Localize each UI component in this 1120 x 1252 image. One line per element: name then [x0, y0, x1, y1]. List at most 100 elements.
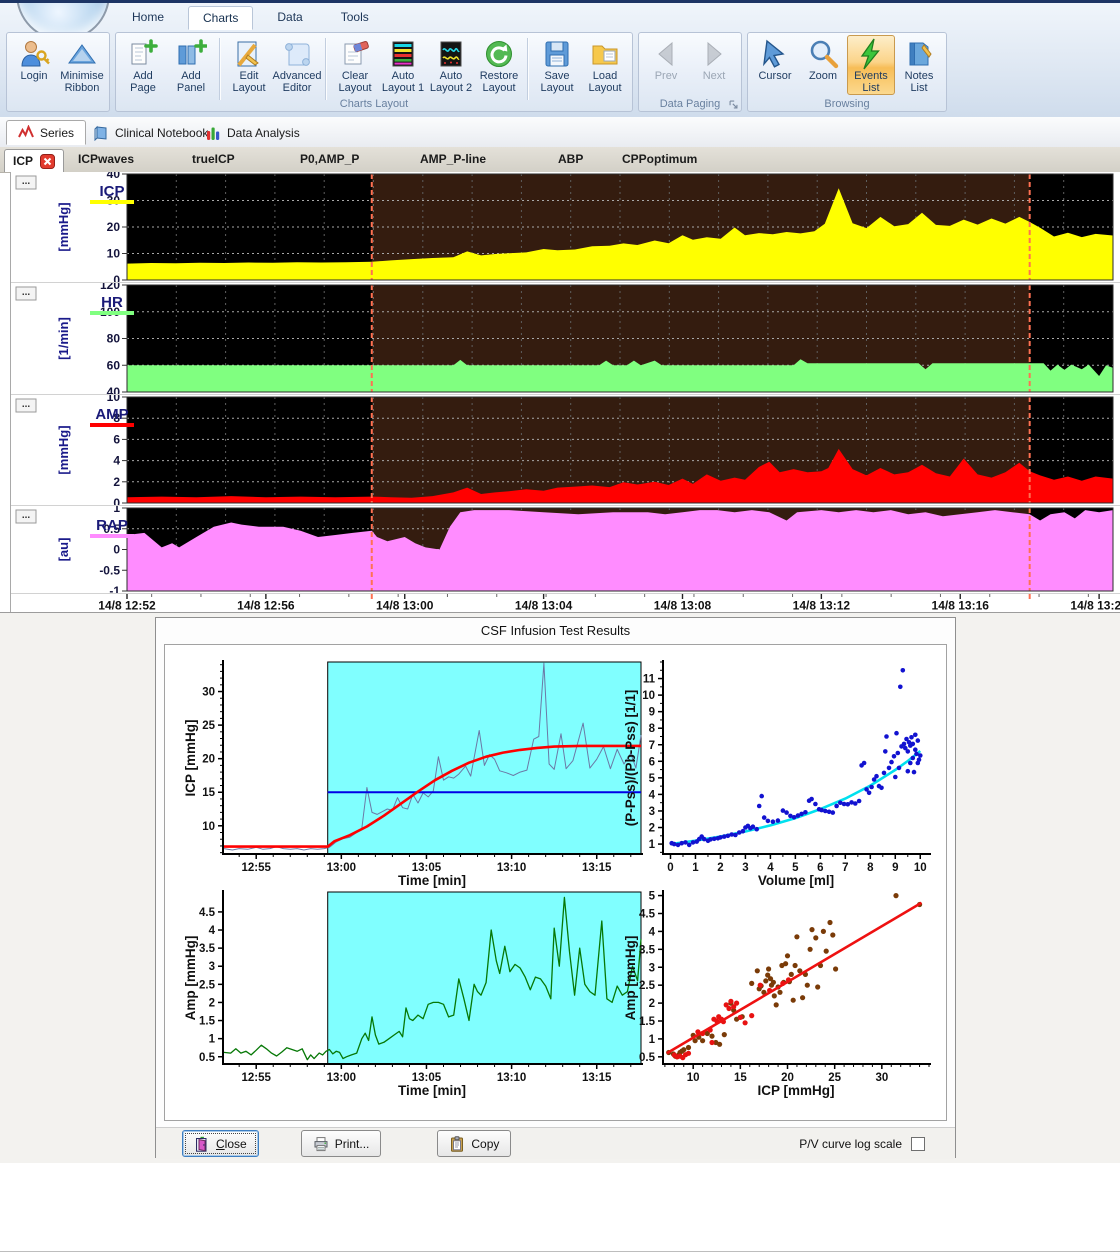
chart-tab-abp[interactable]: ABP	[558, 152, 583, 166]
notes-list-button[interactable]: NotesList	[895, 35, 943, 95]
svg-text:12:55: 12:55	[241, 862, 271, 874]
time-axis-strip: 14/8 12:5214/8 12:5614/8 13:0014/8 13:04…	[11, 594, 1120, 612]
svg-text:Time [min]: Time [min]	[398, 873, 466, 888]
svg-text:11: 11	[643, 674, 656, 686]
restore-layout-button[interactable]: RestoreLayout	[475, 35, 523, 95]
amp-vs-icp-line-series	[667, 903, 922, 1054]
svg-text:0.5: 0.5	[639, 1052, 656, 1064]
svg-text:10: 10	[107, 395, 121, 404]
ribbon-tab-bar: Home Charts Data Tools	[118, 6, 383, 30]
csf-infusion-dialog: CSF Infusion Test Results 12:5513:0013:0…	[155, 617, 956, 1158]
ribbon-groups: LoginMinimiseRibbon AddPageAddPanel EditLa…	[6, 32, 947, 112]
rap-chart-panel: -1-0.500.51...RAP[au]	[11, 506, 1120, 594]
printer-icon	[313, 1136, 329, 1152]
series-wave-icon	[18, 125, 34, 141]
hr-panel-menu-button[interactable]: ...	[16, 287, 36, 300]
svg-text:10: 10	[202, 821, 215, 833]
edit-layout-label: EditLayout	[232, 71, 265, 94]
auto-layout-2-label: AutoLayout 2	[430, 71, 472, 94]
svg-text:60: 60	[107, 358, 121, 372]
edit-layout-button[interactable]: EditLayout	[225, 35, 273, 95]
svg-text:...: ...	[22, 176, 31, 187]
svg-text:4.5: 4.5	[639, 909, 656, 921]
pv-log-scale-checkbox[interactable]	[911, 1137, 925, 1151]
chart-tab-icpwaves[interactable]: ICPwaves	[78, 152, 134, 166]
pv-curve-plot[interactable]: 0123456789101234567891011Volume [ml](P-P…	[623, 660, 931, 888]
view-tab-series[interactable]: Series	[6, 120, 86, 145]
svg-text:1: 1	[692, 862, 699, 874]
dialog-buttons: Close Print... Copy	[156, 1130, 511, 1157]
svg-text:(P-Pss)/(Pb-Pss) [1/1]: (P-Pss)/(Pb-Pss) [1/1]	[623, 690, 638, 827]
view-tab-data-analysis[interactable]: Data Analysis	[194, 120, 311, 145]
svg-text:14/8 12:52: 14/8 12:52	[98, 599, 156, 613]
prev-button[interactable]: Prev	[642, 35, 690, 84]
cursor-button[interactable]: Cursor	[751, 35, 799, 84]
svg-text:10: 10	[107, 247, 121, 261]
svg-text:...: ...	[22, 510, 31, 521]
close-button[interactable]: Close	[182, 1130, 259, 1157]
add-panel-icon	[175, 38, 207, 70]
svg-text:0: 0	[667, 862, 673, 874]
amp-panel-menu-button[interactable]: ...	[16, 399, 36, 412]
amp-vs-icp-plot[interactable]: 10152025300.511.522.533.544.55ICP [mmHg]…	[623, 890, 931, 1098]
clipboard-icon	[449, 1136, 465, 1152]
svg-text:14/8 13:12: 14/8 13:12	[793, 599, 851, 613]
close-x-icon	[40, 154, 55, 169]
auto-layout-2-button[interactable]: AutoLayout 2	[427, 35, 475, 95]
next-arrow-icon	[698, 38, 730, 70]
svg-text:4: 4	[649, 789, 656, 801]
icp-panel-menu-button[interactable]: ...	[16, 176, 36, 189]
ribbon-tab-charts[interactable]: Charts	[188, 6, 253, 30]
group-separator	[527, 38, 529, 100]
data-paging-dialog-launcher[interactable]	[728, 99, 739, 110]
zoom-button[interactable]: Zoom	[799, 35, 847, 84]
add-page-icon	[127, 38, 159, 70]
login-button[interactable]: Login	[10, 35, 58, 84]
chart-tab-close[interactable]	[40, 154, 55, 169]
minimise-ribbon-button[interactable]: MinimiseRibbon	[58, 35, 106, 95]
add-panel-button[interactable]: AddPanel	[167, 35, 215, 95]
chart-tab-amp_p-line[interactable]: AMP_P-line	[420, 152, 486, 166]
ribbon-tab-data[interactable]: Data	[263, 6, 316, 30]
next-button[interactable]: Next	[690, 35, 738, 84]
svg-text:2: 2	[649, 998, 655, 1010]
copy-button[interactable]: Copy	[437, 1130, 511, 1157]
ribbon-tab-tools[interactable]: Tools	[327, 6, 383, 30]
icp-legend-swatch	[90, 200, 134, 204]
ribbon: Home Charts Data Tools LoginMinimiseRibbon A…	[0, 0, 1120, 118]
chart-tab-icp[interactable]: ICP	[4, 149, 64, 172]
svg-text:3.5: 3.5	[199, 943, 216, 955]
events-lightning-icon	[855, 38, 887, 70]
clear-layout-button[interactable]: ClearLayout	[331, 35, 379, 95]
amp-vs-time-plot[interactable]: 12:5513:0013:0513:1013:150.511.522.533.5…	[183, 890, 643, 1098]
advanced-editor-button[interactable]: AdvancedEditor	[273, 35, 321, 95]
svg-text:6: 6	[113, 432, 120, 446]
rap-panel-menu-button[interactable]: ...	[16, 510, 36, 523]
pv-curve-scatter-series	[669, 668, 922, 847]
cursor-pointer-icon	[759, 38, 791, 70]
chart-tab-p0,amp_p[interactable]: P0,AMP_P	[300, 152, 359, 166]
load-layout-button[interactable]: LoadLayout	[581, 35, 629, 95]
amp-chart-panel: 0246810...AMP[mmHg]	[11, 395, 1120, 506]
svg-text:14/8 13:00: 14/8 13:00	[376, 599, 434, 613]
print-button[interactable]: Print...	[301, 1130, 382, 1157]
next-label: Next	[703, 71, 726, 83]
icp-vs-time-plot[interactable]: 12:5513:0013:0513:1013:151015202530Time …	[183, 660, 643, 888]
clear-layout-label: ClearLayout	[338, 71, 371, 94]
svg-text:8: 8	[649, 723, 656, 735]
chart-tab-cppoptimum[interactable]: CPPoptimum	[622, 152, 697, 166]
events-list-button[interactable]: EventsList	[847, 35, 895, 95]
chart-tab-bar: ICP ICPwaves trueICP P0,AMP_P AMP_P-line ABP C…	[0, 147, 1120, 173]
add-page-button[interactable]: AddPage	[119, 35, 167, 95]
svg-text:14/8 12:56: 14/8 12:56	[237, 599, 295, 613]
svg-text:0: 0	[113, 273, 120, 283]
save-layout-button[interactable]: SaveLayout	[533, 35, 581, 95]
chart-tab-trueicp[interactable]: trueICP	[192, 152, 235, 166]
close-button-label: Close	[216, 1137, 247, 1151]
ribbon-tab-home[interactable]: Home	[118, 6, 178, 30]
auto-layout-1-button[interactable]: AutoLayout 1	[379, 35, 427, 95]
svg-text:2: 2	[717, 862, 723, 874]
svg-text:-0.5: -0.5	[99, 563, 120, 577]
amp-legend-swatch	[90, 423, 134, 427]
hr-legend-swatch	[90, 311, 134, 315]
